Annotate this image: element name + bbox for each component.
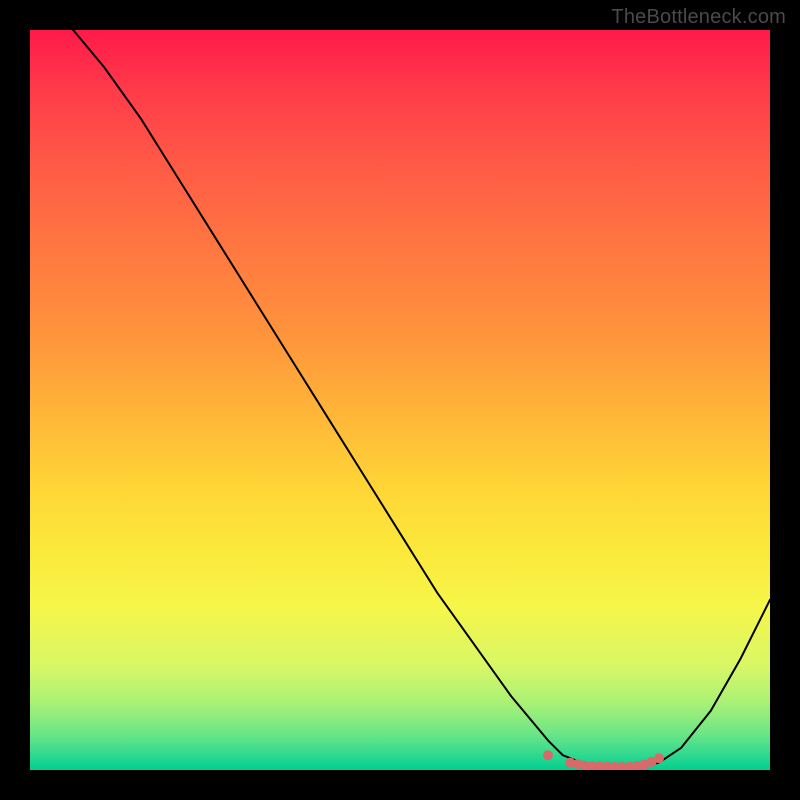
- scatter-dots: [30, 30, 770, 770]
- plot-area: [30, 30, 770, 770]
- chart-root: TheBottleneck.com: [0, 0, 800, 800]
- data-point: [543, 750, 553, 760]
- watermark: TheBottleneck.com: [611, 6, 786, 29]
- data-point: [654, 753, 664, 763]
